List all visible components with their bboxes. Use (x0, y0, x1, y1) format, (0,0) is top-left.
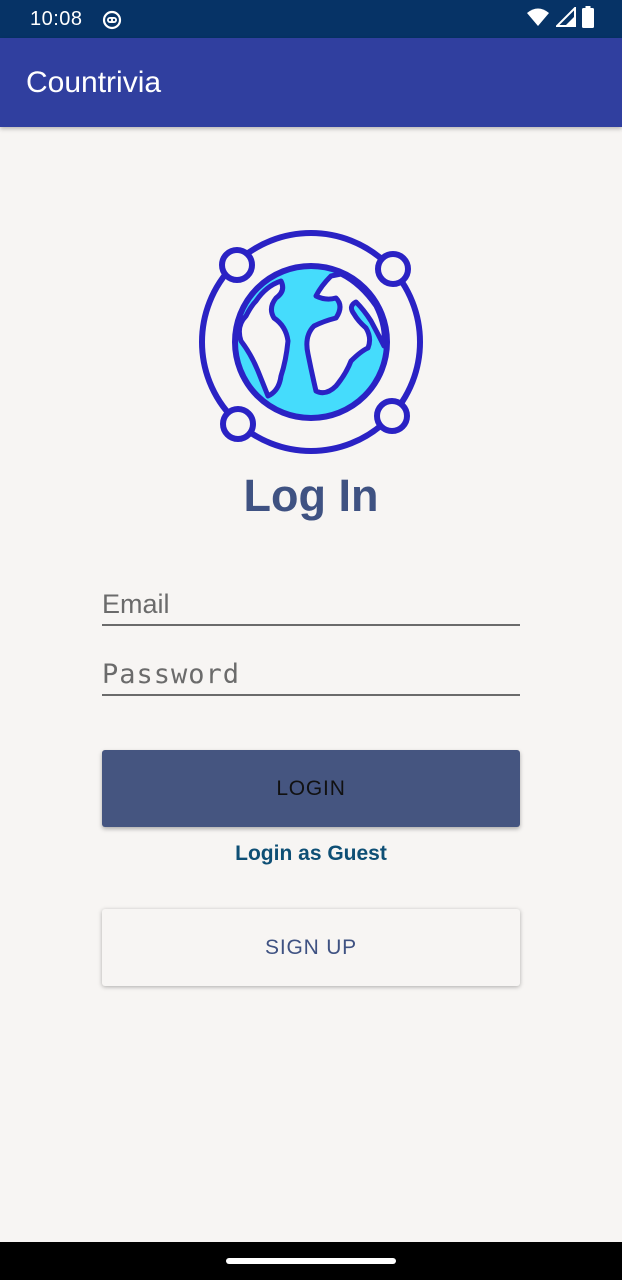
status-time: 10:08 (30, 8, 83, 30)
home-gesture-handle[interactable] (226, 1258, 396, 1264)
status-icons (526, 5, 594, 33)
password-field[interactable] (102, 648, 520, 696)
status-bar: 10:08 (0, 0, 622, 38)
page-title: Log In (243, 470, 379, 521)
battery-icon (582, 5, 594, 33)
signal-icon (554, 5, 576, 32)
login-as-guest-link[interactable]: Login as Guest (0, 842, 622, 866)
email-field[interactable] (102, 578, 520, 626)
globe-icon (196, 226, 426, 456)
sign-up-button[interactable]: SIGN UP (102, 909, 520, 986)
app-notification-icon (102, 10, 122, 30)
password-input[interactable] (102, 648, 520, 694)
wifi-icon (526, 7, 550, 32)
email-input[interactable] (102, 578, 520, 624)
navigation-bar (0, 1242, 622, 1280)
login-button[interactable]: LOGIN (102, 750, 520, 827)
app-bar: Countrivia (0, 38, 622, 127)
app-title: Countrivia (26, 66, 162, 99)
